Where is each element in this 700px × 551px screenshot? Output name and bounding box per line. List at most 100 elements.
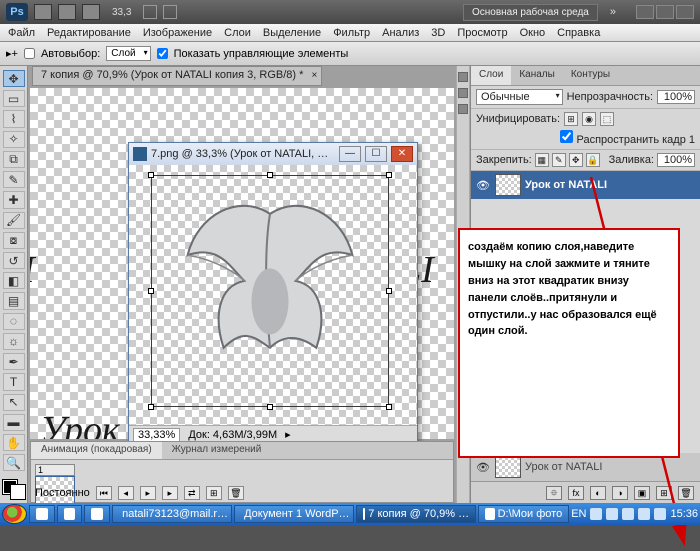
delete-frame-button[interactable]: 🗑 [228,486,244,500]
move-tool[interactable]: ✥ [3,70,25,87]
brush-tool[interactable]: 🖌 [3,212,25,229]
gradient-tool[interactable]: ▤ [3,292,25,309]
tray-icon-2[interactable] [606,508,618,520]
menu-view[interactable]: Просмотр [457,27,507,39]
menu-analysis[interactable]: Анализ [382,27,419,39]
tray-icon-5[interactable] [654,508,666,520]
maximize-button[interactable] [656,5,674,19]
quick-launch-1[interactable] [29,505,55,523]
layer-name[interactable]: Урок от NATALI [525,179,607,191]
taskbar-word[interactable]: Документ 1 WordP… [234,505,354,523]
lock-all-icon[interactable]: 🔒 [586,153,600,167]
layer-row-active[interactable]: 👁 Урок от NATALI [471,171,700,199]
extras-icon[interactable] [163,5,177,19]
new-frame-button[interactable]: ⊞ [206,486,222,500]
next-frame-button[interactable]: ▸ [162,486,178,500]
history-brush-tool[interactable]: ↺ [3,252,25,269]
close-button[interactable] [676,5,694,19]
adjustment-layer-button[interactable]: ◑ [612,486,628,500]
unify-style-icon[interactable]: ⬚ [600,112,614,126]
menu-filter[interactable]: Фильтр [333,27,370,39]
fw-maximize-button[interactable]: ☐ [365,146,387,162]
fw-zoom-field[interactable]: 33,33% [133,428,180,442]
lock-pixels-icon[interactable]: ✎ [552,153,566,167]
menu-layer[interactable]: Слои [224,27,251,39]
tab-channels[interactable]: Каналы [511,66,563,85]
path-tool[interactable]: ↖ [3,394,25,411]
layer-style-button[interactable]: fx [568,486,584,500]
tab-close-icon[interactable]: × [312,70,318,81]
menu-3d[interactable]: 3D [431,27,445,39]
document-tab[interactable]: 7 копия @ 70,9% (Урок от NATALI копия 3,… [32,66,322,86]
link-layers-button[interactable]: ⯐ [546,486,562,500]
fw-status-arrow-icon[interactable]: ▸ [285,428,291,441]
eyedropper-tool[interactable]: ✎ [3,171,25,188]
floating-window-titlebar[interactable]: 7.png @ 33,3% (Урок от NATALI, RGB/8) * … [129,143,417,165]
layer-thumbnail[interactable] [495,174,521,196]
eraser-tool[interactable]: ◧ [3,272,25,289]
tray-icon-4[interactable] [638,508,650,520]
start-button[interactable] [2,504,27,524]
new-layer-button[interactable]: ⊞ [656,486,672,500]
menu-image[interactable]: Изображение [143,27,212,39]
floating-document-window[interactable]: 7.png @ 33,3% (Урок от NATALI, RGB/8) * … [128,142,418,444]
healing-tool[interactable]: ✚ [3,191,25,208]
group-button[interactable]: ▣ [634,486,650,500]
delete-layer-button[interactable]: 🗑 [678,486,694,500]
menu-select[interactable]: Выделение [263,27,321,39]
lock-transparent-icon[interactable]: ▦ [535,153,549,167]
clock[interactable]: 15:36 [670,508,698,520]
menu-file[interactable]: Файл [8,27,35,39]
autoselect-dropdown[interactable]: Слой [106,46,150,61]
screen-mode-icon[interactable] [143,5,157,19]
taskbar-explorer[interactable]: D:\Мои фото [478,505,569,523]
floating-window-canvas[interactable] [129,165,417,425]
quick-launch-2[interactable] [57,505,83,523]
fill-field[interactable]: 100% [657,153,695,167]
menu-edit[interactable]: Редактирование [47,27,131,39]
language-indicator[interactable]: EN [571,508,586,520]
blur-tool[interactable]: ◌ [3,313,25,330]
dodge-tool[interactable]: ☼ [3,333,25,350]
minimize-button[interactable] [636,5,654,19]
arrange-icon[interactable] [82,4,100,20]
minibridge-icon[interactable] [58,4,76,20]
stamp-tool[interactable]: ⧇ [3,232,25,249]
menu-help[interactable]: Справка [557,27,600,39]
tray-icon-3[interactable] [622,508,634,520]
first-frame-button[interactable]: ⏮ [96,486,112,500]
unify-visibility-icon[interactable]: ◉ [582,112,596,126]
hand-tool[interactable]: ✋ [3,434,25,451]
workspace-switcher[interactable]: Основная рабочая среда [463,4,598,21]
handle-br[interactable] [386,404,392,410]
lock-position-icon[interactable]: ✥ [569,153,583,167]
tab-measurement-log[interactable]: Журнал измерений [162,442,272,459]
fw-close-button[interactable]: ✕ [391,146,413,162]
autoselect-checkbox[interactable] [24,48,35,59]
handle-bl[interactable] [148,404,154,410]
crop-tool[interactable]: ⧉ [3,151,25,168]
handle-tm[interactable] [267,172,273,178]
visibility-toggle-icon[interactable]: 👁 [475,179,491,192]
handle-tl[interactable] [148,172,154,178]
fw-minimize-button[interactable]: — [339,146,361,162]
layer-mask-button[interactable]: ◐ [590,486,606,500]
taskbar-mail[interactable]: natali73123@mail.r… [112,505,232,523]
chevrons-icon[interactable]: » [604,6,622,18]
show-controls-checkbox[interactable] [157,48,168,59]
play-button[interactable]: ▸ [140,486,156,500]
handle-ml[interactable] [148,288,154,294]
quick-launch-3[interactable] [84,505,110,523]
opacity-field[interactable]: 100% [657,90,695,104]
loop-dropdown[interactable]: Постоянно [35,487,90,499]
wand-tool[interactable]: ✧ [3,131,25,148]
dock-icon-3[interactable] [458,104,468,114]
unify-position-icon[interactable]: ⊞ [564,112,578,126]
handle-bm[interactable] [267,404,273,410]
color-swatches[interactable] [3,480,25,499]
pen-tool[interactable]: ✒ [3,353,25,370]
tab-animation[interactable]: Анимация (покадровая) [31,442,162,459]
zoom-readout[interactable]: 33,3 [106,7,137,18]
lasso-tool[interactable]: ⌇ [3,110,25,127]
blend-mode-dropdown[interactable]: Обычные [476,89,563,105]
